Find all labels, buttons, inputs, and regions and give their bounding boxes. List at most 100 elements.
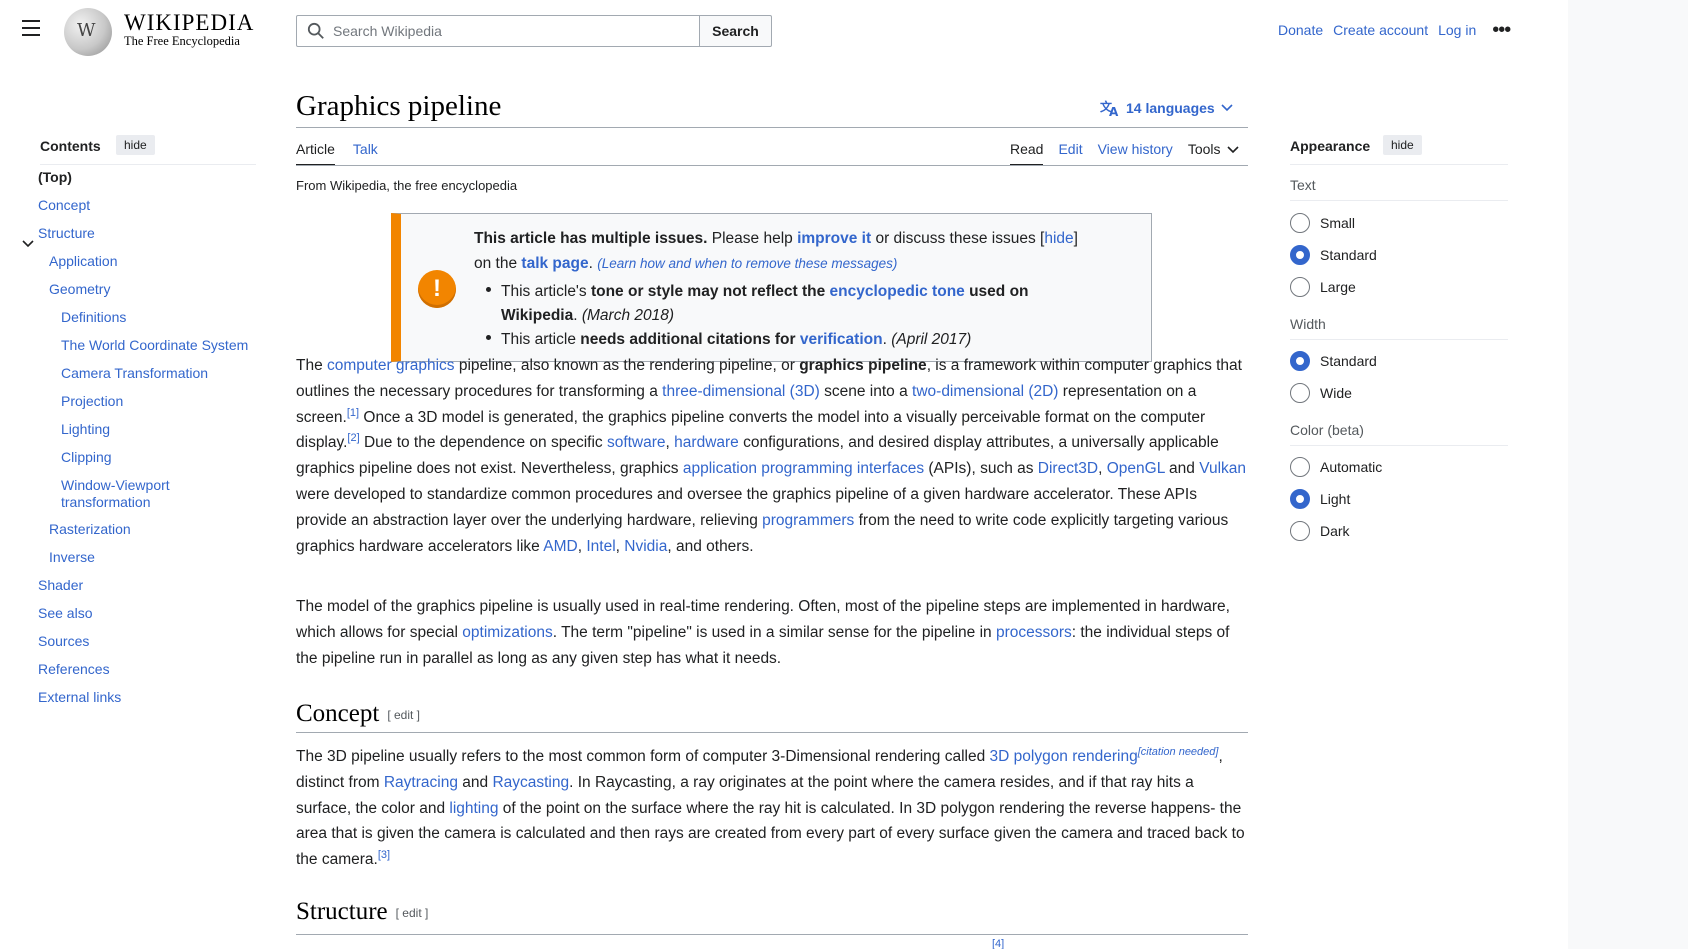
radio-button[interactable] <box>1290 277 1310 297</box>
toc-item-camera-transformation[interactable]: Camera Transformation <box>61 365 208 382</box>
citation-needed-link[interactable]: [citation needed] <box>1138 746 1219 758</box>
search-field[interactable] <box>296 15 700 47</box>
reference-3[interactable]: [3] <box>378 849 390 861</box>
radio-text-small[interactable]: Small <box>1290 213 1355 233</box>
link-lighting[interactable]: lighting <box>449 800 498 817</box>
wikipedia-wordmark[interactable]: WIKIPEDIA <box>124 10 254 36</box>
radio-label: Dark <box>1320 523 1350 539</box>
ambox-hide-link[interactable]: hide <box>1044 230 1073 247</box>
toc-item-lighting[interactable]: Lighting <box>61 421 110 438</box>
tab-talk[interactable]: Talk <box>353 141 378 166</box>
toc-item-shader[interactable]: Shader <box>38 577 83 594</box>
log-in-link[interactable]: Log in <box>1438 22 1476 38</box>
tab-edit[interactable]: Edit <box>1058 141 1082 166</box>
toc-item-external-links[interactable]: External links <box>38 689 121 706</box>
radio-button-selected[interactable] <box>1290 489 1310 509</box>
learn-link[interactable]: (Learn how and when to remove these mess… <box>597 256 897 271</box>
reference-4[interactable]: [4] <box>992 938 1004 949</box>
link-opengl[interactable]: OpenGL <box>1107 460 1165 477</box>
toc-item-geometry[interactable]: Geometry <box>49 281 110 298</box>
link-optimizations[interactable]: optimizations <box>462 624 552 641</box>
radio-width-wide[interactable]: Wide <box>1290 383 1352 403</box>
languages-button[interactable]: 文A 14 languages <box>1100 99 1233 117</box>
svg-text:A: A <box>1109 105 1119 117</box>
radio-button[interactable] <box>1290 457 1310 477</box>
toc-hide-button[interactable]: hide <box>116 135 155 155</box>
issue-item: This article needs additional citations … <box>486 328 1136 352</box>
verification-link[interactable]: verification <box>800 331 883 348</box>
appearance-hide-button[interactable]: hide <box>1383 135 1422 155</box>
link-vulkan[interactable]: Vulkan <box>1199 460 1246 477</box>
issue-bold: used on <box>964 283 1029 300</box>
search-button[interactable]: Search <box>699 15 772 47</box>
link-intel[interactable]: Intel <box>586 538 615 555</box>
toc-item-references[interactable]: References <box>38 661 110 678</box>
toc-item-sources[interactable]: Sources <box>38 633 89 650</box>
radio-label: Standard <box>1320 247 1377 263</box>
link-computer-graphics[interactable]: computer graphics <box>327 357 455 374</box>
toc-item-concept[interactable]: Concept <box>38 197 90 214</box>
link-software[interactable]: software <box>607 434 666 451</box>
talk-page-link[interactable]: talk page <box>521 255 588 272</box>
encyclopedic-tone-link[interactable]: encyclopedic tone <box>830 283 965 300</box>
toc-item-see-also[interactable]: See also <box>38 605 92 622</box>
toc-item-structure[interactable]: Structure <box>38 225 95 242</box>
radio-text-standard[interactable]: Standard <box>1290 245 1377 265</box>
text: , <box>665 434 675 452</box>
toc-item-world-coordinate-system[interactable]: The World Coordinate System <box>61 337 248 354</box>
tab-view-history[interactable]: View history <box>1098 141 1173 166</box>
main-menu-icon[interactable] <box>22 20 42 38</box>
edit-section-link[interactable]: [ edit ] <box>387 708 420 722</box>
toc-item-top[interactable]: (Top) <box>38 169 72 186</box>
ambox-message: This article has multiple issues. Please… <box>474 230 1078 272</box>
link-direct3d[interactable]: Direct3D <box>1038 460 1098 477</box>
radio-width-standard[interactable]: Standard <box>1290 351 1377 371</box>
tools-menu[interactable]: Tools <box>1188 141 1239 166</box>
toc-item-rasterization[interactable]: Rasterization <box>49 521 131 538</box>
radio-label: Automatic <box>1320 459 1383 475</box>
issue-text: . <box>573 307 582 324</box>
radio-button[interactable] <box>1290 213 1310 233</box>
link-raycasting[interactable]: Raycasting <box>492 774 569 791</box>
color-label: Color (beta) <box>1290 422 1364 438</box>
radio-button-selected[interactable] <box>1290 245 1310 265</box>
tab-read[interactable]: Read <box>1010 141 1044 166</box>
radio-button[interactable] <box>1290 521 1310 541</box>
create-account-link[interactable]: Create account <box>1333 22 1428 38</box>
toc-item-clipping[interactable]: Clipping <box>61 449 112 466</box>
ambox-text: on the <box>474 255 522 272</box>
chevron-down-icon[interactable] <box>22 237 34 251</box>
donate-link[interactable]: Donate <box>1278 22 1323 38</box>
radio-button-selected[interactable] <box>1290 351 1310 371</box>
radio-color-automatic[interactable]: Automatic <box>1290 457 1382 477</box>
search-input[interactable] <box>333 23 673 39</box>
link-amd[interactable]: AMD <box>543 538 577 555</box>
edit-section-link[interactable]: [ edit ] <box>396 906 429 920</box>
link-3d-polygon-rendering[interactable]: 3D polygon rendering <box>990 748 1138 765</box>
toc-item-projection[interactable]: Projection <box>61 393 123 410</box>
link-hardware[interactable]: hardware <box>674 434 739 451</box>
link-two-dimensional[interactable]: two-dimensional (2D) <box>912 383 1058 400</box>
more-options-icon[interactable]: ••• <box>1492 20 1511 40</box>
wikipedia-globe-logo[interactable] <box>64 8 112 56</box>
link-api[interactable]: application programming interfaces <box>683 460 924 477</box>
issue-date: (March 2018) <box>581 307 675 324</box>
link-processors[interactable]: processors <box>996 624 1072 641</box>
toc-item-application[interactable]: Application <box>49 253 118 270</box>
reference-2[interactable]: [2] <box>347 432 359 444</box>
radio-button[interactable] <box>1290 383 1310 403</box>
toc-item-inverse[interactable]: Inverse <box>49 549 95 566</box>
toc-item-window-viewport[interactable]: Window-Viewport transformation <box>61 477 201 511</box>
radio-color-light[interactable]: Light <box>1290 489 1350 509</box>
link-nvidia[interactable]: Nvidia <box>624 538 667 555</box>
reference-1[interactable]: [1] <box>347 406 359 418</box>
radio-text-large[interactable]: Large <box>1290 277 1356 297</box>
link-programmers[interactable]: programmers <box>762 512 854 529</box>
link-three-dimensional[interactable]: three-dimensional (3D) <box>662 383 820 400</box>
link-raytracing[interactable]: Raytracing <box>384 774 458 791</box>
tab-article[interactable]: Article <box>296 141 335 166</box>
text: pipeline, also known as the rendering pi… <box>454 357 800 374</box>
radio-color-dark[interactable]: Dark <box>1290 521 1350 541</box>
toc-item-definitions[interactable]: Definitions <box>61 309 126 326</box>
improve-link[interactable]: improve it <box>797 230 871 247</box>
